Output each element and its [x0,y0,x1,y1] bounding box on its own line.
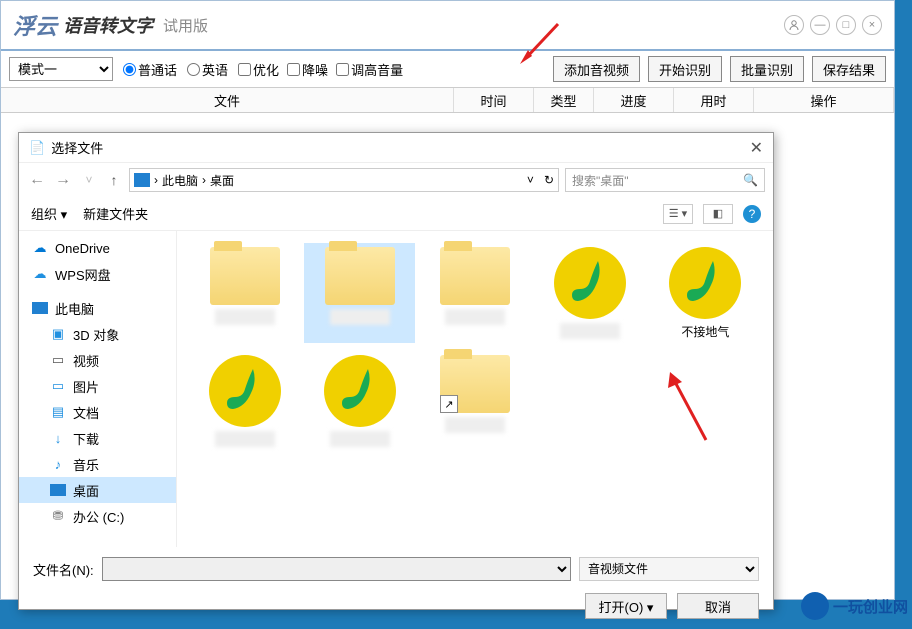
maximize-icon[interactable]: □ [836,15,856,35]
breadcrumb-pc[interactable]: 此电脑 [162,172,198,189]
watermark-icon [801,592,829,620]
pc-icon [134,173,150,187]
sidebar-drive-c[interactable]: ⛃办公 (C:) [19,503,176,529]
col-type: 类型 [534,88,594,112]
table-header: 文件 时间 类型 进度 用时 操作 [1,87,894,113]
file-item-folder[interactable] [189,243,300,343]
filename-label: 文件名(N): [33,560,94,579]
sidebar-wps[interactable]: ☁WPS网盘 [19,261,176,287]
checkbox-denoise[interactable]: 降噪 [287,60,328,79]
col-file: 文件 [1,88,454,112]
qqmusic-icon [209,355,281,427]
close-icon[interactable]: × [862,15,882,35]
breadcrumb-sep: › [154,173,158,187]
sidebar-pictures[interactable]: ▭图片 [19,373,176,399]
file-item-folder[interactable] [304,243,415,343]
titlebar: 浮云 语音转文字 试用版 — □ × [1,1,894,51]
file-item-folder-shortcut[interactable]: ↗ [419,351,530,451]
save-result-button[interactable]: 保存结果 [812,56,886,82]
sidebar-video[interactable]: ▭视频 [19,347,176,373]
col-progress: 进度 [594,88,674,112]
file-item-music[interactable] [189,351,300,451]
sidebar-3d-objects[interactable]: ▣3D 对象 [19,321,176,347]
app-title: 语音转文字 [63,12,153,38]
qqmusic-icon [669,247,741,319]
organize-menu[interactable]: 组织 ▾ [31,204,67,223]
search-input[interactable]: 搜索"桌面" 🔍 [565,168,765,192]
cancel-button[interactable]: 取消 [677,593,759,619]
dialog-sidebar: ☁OneDrive ☁WPS网盘 此电脑 ▣3D 对象 ▭视频 ▭图片 ▤文档 … [19,231,177,547]
help-icon[interactable]: ? [743,205,761,223]
folder-icon [210,247,280,305]
checkbox-volume[interactable]: 调高音量 [336,60,403,79]
col-operate: 操作 [754,88,894,112]
dialog-close-icon[interactable]: ✕ [750,138,763,158]
folder-icon: ↗ [440,355,510,413]
sidebar-downloads[interactable]: ↓下载 [19,425,176,451]
sidebar-onedrive[interactable]: ☁OneDrive [19,235,176,261]
dialog-icon: 📄 [29,140,45,156]
nav-dropdown-icon[interactable]: ˅ [79,173,99,187]
filetype-select[interactable]: 音视频文件 [579,557,759,581]
file-item-music[interactable] [304,351,415,451]
dialog-toolbar: 组织 ▾ 新建文件夹 ☰ ▾ ◧ ? [19,197,773,231]
breadcrumb-sep: › [202,173,206,187]
checkbox-optimize[interactable]: 优化 [238,60,279,79]
folder-icon [325,247,395,305]
add-media-button[interactable]: 添加音视频 [553,56,640,82]
file-open-dialog: 📄 选择文件 ✕ ← → ˅ ↑ › 此电脑 › 桌面 ˅ ↻ 搜索"桌面" 🔍… [18,132,774,610]
breadcrumb-desktop[interactable]: 桌面 [210,172,234,189]
dialog-titlebar: 📄 选择文件 ✕ [19,133,773,163]
mode-select[interactable]: 模式一 [9,57,113,81]
col-duration: 用时 [674,88,754,112]
file-item-music[interactable]: 不接地气 [650,243,761,343]
breadcrumb-dropdown-icon[interactable]: ˅ [527,173,534,187]
app-logo: 浮云 [13,9,57,41]
user-icon[interactable] [784,15,804,35]
filename-input[interactable] [102,557,571,581]
qqmusic-icon [324,355,396,427]
sidebar-documents[interactable]: ▤文档 [19,399,176,425]
batch-recognize-button[interactable]: 批量识别 [730,56,804,82]
dialog-nav: ← → ˅ ↑ › 此电脑 › 桌面 ˅ ↻ 搜索"桌面" 🔍 [19,163,773,197]
radio-english[interactable]: 英语 [187,60,228,79]
dialog-title: 选择文件 [51,138,103,157]
view-mode-button[interactable]: ☰ ▾ [663,204,693,224]
nav-back-icon[interactable]: ← [27,171,47,189]
file-grid: 不接地气 ↗ [177,231,773,547]
toolbar: 模式一 普通话 英语 优化 降噪 调高音量 添加音视频 开始识别 批量识别 保存… [1,51,894,87]
nav-forward-icon[interactable]: → [53,171,73,189]
refresh-icon[interactable]: ↻ [544,173,554,187]
sidebar-desktop[interactable]: 桌面 [19,477,176,503]
minimize-icon[interactable]: — [810,15,830,35]
shortcut-badge-icon: ↗ [440,395,458,413]
qqmusic-icon [554,247,626,319]
radio-putonghua[interactable]: 普通话 [123,60,177,79]
dialog-footer: 文件名(N): 音视频文件 打开(O) ▾ 取消 [19,547,773,629]
sidebar-music[interactable]: ♪音乐 [19,451,176,477]
col-time: 时间 [454,88,534,112]
breadcrumb[interactable]: › 此电脑 › 桌面 ˅ ↻ [129,168,559,192]
start-recognize-button[interactable]: 开始识别 [648,56,722,82]
new-folder-button[interactable]: 新建文件夹 [83,204,148,223]
open-button[interactable]: 打开(O) ▾ [585,593,667,619]
sidebar-thispc[interactable]: 此电脑 [19,295,176,321]
watermark: 一玩创业网 [801,592,908,620]
nav-up-icon[interactable]: ↑ [105,172,123,188]
preview-pane-button[interactable]: ◧ [703,204,733,224]
folder-icon [440,247,510,305]
search-icon: 🔍 [743,173,758,187]
trial-label: 试用版 [163,15,208,36]
file-item-music[interactable] [535,243,646,343]
file-item-folder[interactable] [419,243,530,343]
